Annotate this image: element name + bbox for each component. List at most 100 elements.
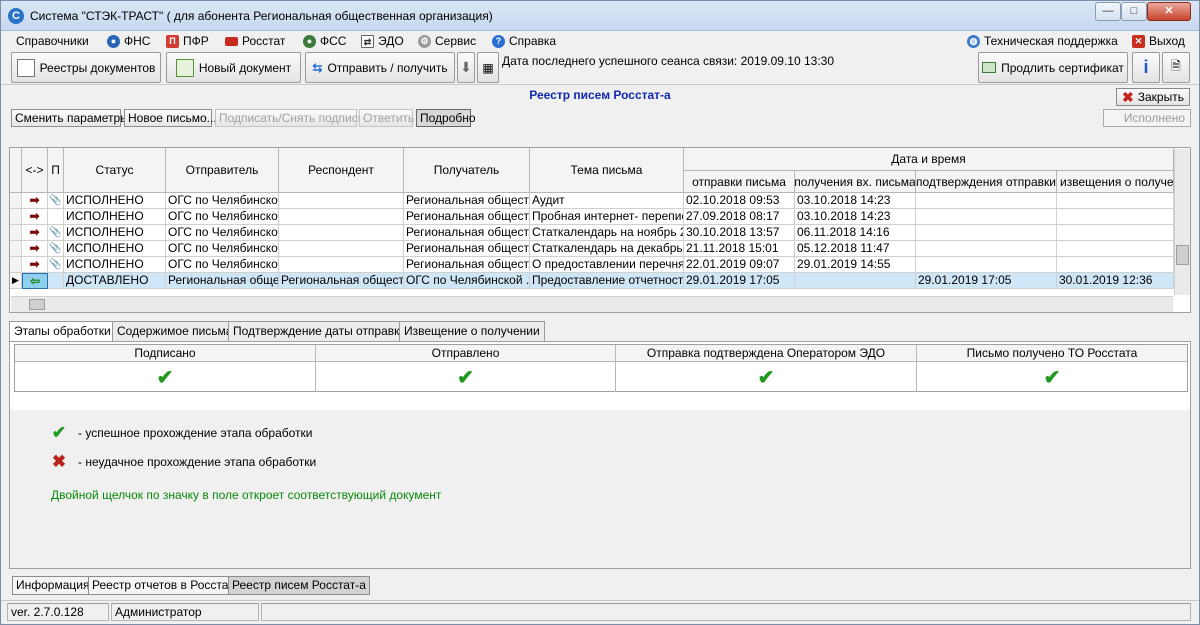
cell-received[interactable]: 03.10.2018 14:23 — [795, 209, 916, 225]
column-header-respondent[interactable]: Респондент — [279, 148, 404, 193]
document-registers-button[interactable]: Реестры документов — [11, 52, 161, 83]
stage-signed-cell[interactable]: ✔ — [15, 362, 316, 392]
menu-item-pfr[interactable]: П ПФР — [166, 33, 209, 49]
send-receive-button[interactable]: ⇆ Отправить / получить — [305, 52, 455, 83]
row-indicator[interactable] — [10, 209, 22, 225]
cell-status[interactable]: ИСПОЛНЕНО — [64, 193, 166, 209]
outgoing-arrow-icon[interactable]: ➡ — [22, 209, 48, 225]
menu-item-help[interactable]: ? Справка — [492, 33, 556, 49]
cell-confirm[interactable] — [916, 193, 1057, 209]
download-arrow-button[interactable]: ⬇ — [457, 52, 475, 83]
horizontal-scrollbar[interactable] — [11, 296, 1173, 312]
menu-item-service[interactable]: ⚙ Сервис — [418, 33, 476, 49]
reply-button[interactable]: Ответить — [359, 109, 414, 127]
cell-notice[interactable] — [1057, 241, 1174, 257]
cell-respondent[interactable] — [279, 193, 404, 209]
success-check-icon[interactable]: ✔ — [758, 365, 775, 390]
success-check-icon[interactable]: ✔ — [457, 365, 474, 390]
cell-status[interactable]: ИСПОЛНЕНО — [64, 209, 166, 225]
column-header-confirm[interactable]: подтверждения отправки — [916, 171, 1057, 193]
cell-subject[interactable]: Статкалендарь на декабрь... — [530, 241, 684, 257]
column-header-sent[interactable]: отправки письма — [684, 171, 795, 193]
cell-recipient[interactable]: Региональная общест... — [404, 241, 530, 257]
cell-notice[interactable] — [1057, 209, 1174, 225]
menu-item-directories[interactable]: Справочники — [16, 33, 89, 49]
attachment-icon[interactable] — [48, 273, 64, 289]
attachment-icon[interactable]: 📎 — [48, 257, 64, 273]
cell-respondent[interactable] — [279, 241, 404, 257]
cell-notice[interactable] — [1057, 257, 1174, 273]
cell-respondent[interactable] — [279, 209, 404, 225]
horizontal-scroll-thumb[interactable] — [29, 299, 45, 310]
window-tab-info[interactable]: Информация — [12, 576, 94, 595]
cell-received[interactable]: 05.12.2018 11:47 — [795, 241, 916, 257]
close-window-button[interactable]: ✕ — [1147, 2, 1191, 21]
row-indicator[interactable] — [10, 241, 22, 257]
stage-sent-cell[interactable]: ✔ — [316, 362, 616, 392]
cell-subject[interactable]: Статкалендарь на ноябрь 2... — [530, 225, 684, 241]
cell-status[interactable]: ИСПОЛНЕНО — [64, 257, 166, 273]
outgoing-arrow-icon[interactable]: ➡ — [22, 257, 48, 273]
menu-item-fns[interactable]: ● ФНС — [107, 33, 150, 49]
cell-sender[interactable]: ОГС по Челябинско... — [166, 225, 279, 241]
vertical-scroll-thumb[interactable] — [1176, 245, 1189, 265]
attachment-icon[interactable]: 📎 — [48, 225, 64, 241]
cell-recipient[interactable]: Региональная общест... — [404, 193, 530, 209]
cell-sender[interactable]: ОГС по Челябинско... — [166, 193, 279, 209]
column-header-status[interactable]: Статус — [64, 148, 166, 193]
row-indicator[interactable] — [10, 193, 22, 209]
cell-confirm[interactable] — [916, 241, 1057, 257]
exit-button[interactable]: ✕ Выход — [1132, 33, 1185, 49]
new-letter-button[interactable]: Новое письмо... — [124, 109, 217, 127]
cell-notice[interactable] — [1057, 225, 1174, 241]
cell-confirm[interactable] — [916, 209, 1057, 225]
column-header-attachment[interactable]: П — [48, 148, 64, 193]
window-tab-reports-registry[interactable]: Реестр отчетов в Росстат — [88, 576, 238, 595]
column-header-recipient[interactable]: Получатель — [404, 148, 530, 193]
cell-status[interactable]: ДОСТАВЛЕНО — [64, 273, 166, 289]
tab-letter-content[interactable]: Содержимое письма — [112, 321, 238, 341]
stage-received-cell[interactable]: ✔ — [917, 362, 1187, 392]
cell-respondent[interactable] — [279, 225, 404, 241]
attachment-icon[interactable]: 📎 — [48, 241, 64, 257]
vertical-scrollbar[interactable] — [1174, 149, 1190, 295]
cell-recipient[interactable]: Региональная общест... — [404, 257, 530, 273]
column-header-direction[interactable]: <-> — [22, 148, 48, 193]
row-indicator[interactable] — [10, 225, 22, 241]
cell-respondent[interactable] — [279, 257, 404, 273]
cell-sent[interactable]: 02.10.2018 09:53 — [684, 193, 795, 209]
cell-received[interactable]: 29.01.2019 14:55 — [795, 257, 916, 273]
new-document-button[interactable]: Новый документ — [166, 52, 301, 83]
cell-sender[interactable]: ОГС по Челябинско... — [166, 241, 279, 257]
minimize-button[interactable]: — — [1095, 2, 1121, 21]
incoming-arrow-icon[interactable]: ⇦ — [22, 273, 48, 289]
renew-certificate-button[interactable]: Продлить сертификат — [978, 52, 1128, 83]
maximize-button[interactable]: □ — [1121, 2, 1147, 21]
tech-support-link[interactable]: ◍ Техническая поддержка — [967, 33, 1118, 49]
attachment-icon[interactable] — [48, 209, 64, 225]
cell-sent[interactable]: 29.01.2019 17:05 — [684, 273, 795, 289]
row-indicator[interactable] — [10, 257, 22, 273]
change-params-button[interactable]: Сменить параметры — [11, 109, 129, 127]
column-header-notice[interactable]: извещения о получени — [1057, 171, 1174, 193]
cell-confirm[interactable] — [916, 225, 1057, 241]
cell-subject[interactable]: Аудит — [530, 193, 684, 209]
cell-sender[interactable]: Региональная обще... — [166, 273, 279, 289]
cell-status[interactable]: ИСПОЛНЕНО — [64, 225, 166, 241]
info-button[interactable]: i — [1132, 52, 1160, 83]
outgoing-arrow-icon[interactable]: ➡ — [22, 225, 48, 241]
details-toggle-button[interactable]: Подробно — [416, 109, 476, 127]
success-check-icon[interactable]: ✔ — [1044, 365, 1061, 390]
tab-processing-stages[interactable]: Этапы обработки — [9, 321, 116, 342]
pdf-button[interactable]: 🗎 — [1162, 52, 1190, 83]
tab-send-date-confirmation[interactable]: Подтверждение даты отправки — [228, 321, 412, 341]
menu-item-rosstat[interactable]: Росстат — [225, 33, 285, 49]
cell-sent[interactable]: 22.01.2019 09:07 — [684, 257, 795, 273]
cell-confirm[interactable]: 29.01.2019 17:05 — [916, 273, 1057, 289]
sign-unsign-button[interactable]: Подписать/Снять подпись — [215, 109, 364, 127]
tab-receipt-notice[interactable]: Извещение о получении — [399, 321, 545, 341]
cell-status[interactable]: ИСПОЛНЕНО — [64, 241, 166, 257]
outgoing-arrow-icon[interactable]: ➡ — [22, 193, 48, 209]
cell-notice[interactable] — [1057, 193, 1174, 209]
menu-item-fss[interactable]: ● ФСС — [303, 33, 346, 49]
